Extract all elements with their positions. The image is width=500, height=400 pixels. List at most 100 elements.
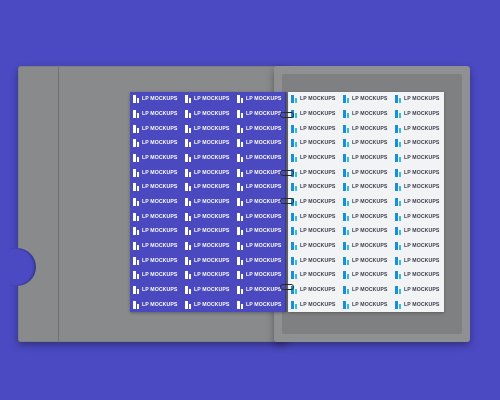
pattern-logo: LP MOCKUPS — [234, 107, 286, 122]
logo-icon — [343, 241, 349, 250]
logo-icon — [343, 285, 349, 294]
pattern-logo: LP MOCKUPS — [288, 224, 340, 239]
pattern-logo: LP MOCKUPS — [182, 107, 234, 122]
logo-text: LP MOCKUPS — [246, 301, 282, 308]
pattern-logo: LP MOCKUPS — [130, 151, 182, 166]
logo-icon — [237, 109, 243, 118]
logo-icon — [395, 183, 401, 192]
logo-text: LP MOCKUPS — [142, 140, 178, 147]
logo-text: LP MOCKUPS — [352, 301, 388, 308]
pattern-logo: LP MOCKUPS — [182, 224, 234, 239]
pattern-logo: LP MOCKUPS — [130, 180, 182, 195]
pattern-logo: LP MOCKUPS — [182, 151, 234, 166]
logo-icon — [185, 256, 191, 265]
logo-icon — [343, 256, 349, 265]
logo-text: LP MOCKUPS — [404, 228, 440, 235]
pattern-logo: LP MOCKUPS — [234, 224, 286, 239]
logo-icon — [185, 300, 191, 309]
pattern-logo: LP MOCKUPS — [392, 268, 444, 283]
logo-text: LP MOCKUPS — [194, 301, 230, 308]
logo-text: LP MOCKUPS — [194, 286, 230, 293]
logo-icon — [343, 227, 349, 236]
logo-text: LP MOCKUPS — [246, 110, 282, 117]
logo-icon — [185, 227, 191, 236]
logo-text: LP MOCKUPS — [404, 257, 440, 264]
logo-text: LP MOCKUPS — [404, 154, 440, 161]
logo-icon — [395, 227, 401, 236]
pattern-logo: LP MOCKUPS — [288, 195, 340, 210]
logo-text: LP MOCKUPS — [142, 125, 178, 132]
logo-text: LP MOCKUPS — [352, 184, 388, 191]
pattern-logo: LP MOCKUPS — [340, 283, 392, 298]
pattern-logo: LP MOCKUPS — [392, 195, 444, 210]
logo-icon — [291, 241, 297, 250]
logo-text: LP MOCKUPS — [352, 228, 388, 235]
binder-ring — [280, 112, 294, 118]
logo-text: LP MOCKUPS — [194, 272, 230, 279]
logo-icon — [133, 227, 139, 236]
logo-icon — [185, 183, 191, 192]
pattern-logo: LP MOCKUPS — [340, 180, 392, 195]
logo-icon — [133, 256, 139, 265]
logo-icon — [185, 271, 191, 280]
logo-text: LP MOCKUPS — [142, 242, 178, 249]
logo-text: LP MOCKUPS — [300, 228, 336, 235]
logo-icon — [395, 212, 401, 221]
logo-text: LP MOCKUPS — [142, 198, 178, 205]
pattern-logo: LP MOCKUPS — [130, 136, 182, 151]
pattern-logo: LP MOCKUPS — [288, 180, 340, 195]
logo-text: LP MOCKUPS — [352, 169, 388, 176]
pattern-logo: LP MOCKUPS — [234, 209, 286, 224]
pattern-logo: LP MOCKUPS — [340, 239, 392, 254]
logo-icon — [133, 300, 139, 309]
logo-text: LP MOCKUPS — [194, 257, 230, 264]
pattern-logo: LP MOCKUPS — [234, 121, 286, 136]
pattern-logo: LP MOCKUPS — [130, 195, 182, 210]
logo-icon — [343, 139, 349, 148]
pattern-logo: LP MOCKUPS — [392, 224, 444, 239]
logo-icon — [133, 271, 139, 280]
logo-text: LP MOCKUPS — [246, 169, 282, 176]
pattern-logo: LP MOCKUPS — [392, 151, 444, 166]
pattern-logo: LP MOCKUPS — [234, 297, 286, 312]
logo-icon — [133, 197, 139, 206]
pattern-logo: LP MOCKUPS — [234, 253, 286, 268]
logo-text: LP MOCKUPS — [142, 154, 178, 161]
logo-icon — [291, 124, 297, 133]
pattern-logo: LP MOCKUPS — [288, 268, 340, 283]
logo-text: LP MOCKUPS — [352, 140, 388, 147]
pattern-logo: LP MOCKUPS — [130, 239, 182, 254]
pattern-logo: LP MOCKUPS — [288, 297, 340, 312]
logo-text: LP MOCKUPS — [246, 242, 282, 249]
pattern-logo: LP MOCKUPS — [340, 195, 392, 210]
logo-icon — [343, 183, 349, 192]
pattern-logo: LP MOCKUPS — [288, 165, 340, 180]
pattern-logo: LP MOCKUPS — [340, 107, 392, 122]
logo-icon — [237, 256, 243, 265]
logo-icon — [185, 241, 191, 250]
pattern-logo: LP MOCKUPS — [340, 297, 392, 312]
pattern-logo: LP MOCKUPS — [288, 121, 340, 136]
logo-icon — [185, 168, 191, 177]
logo-text: LP MOCKUPS — [300, 154, 336, 161]
logo-icon — [185, 212, 191, 221]
binder-ring — [280, 198, 294, 204]
pattern-logo: LP MOCKUPS — [182, 195, 234, 210]
logo-text: LP MOCKUPS — [404, 184, 440, 191]
pattern-logo: LP MOCKUPS — [130, 92, 182, 107]
logo-icon — [395, 124, 401, 133]
logo-text: LP MOCKUPS — [352, 272, 388, 279]
pattern-logo: LP MOCKUPS — [340, 165, 392, 180]
logo-text: LP MOCKUPS — [142, 213, 178, 220]
pattern-logo: LP MOCKUPS — [340, 268, 392, 283]
logo-icon — [133, 285, 139, 294]
logo-text: LP MOCKUPS — [352, 198, 388, 205]
logo-icon — [133, 212, 139, 221]
pattern-logo: LP MOCKUPS — [182, 121, 234, 136]
logo-text: LP MOCKUPS — [404, 169, 440, 176]
logo-text: LP MOCKUPS — [194, 198, 230, 205]
logo-text: LP MOCKUPS — [246, 184, 282, 191]
pattern-logo: LP MOCKUPS — [288, 239, 340, 254]
logo-text: LP MOCKUPS — [246, 96, 282, 103]
logo-text: LP MOCKUPS — [194, 184, 230, 191]
